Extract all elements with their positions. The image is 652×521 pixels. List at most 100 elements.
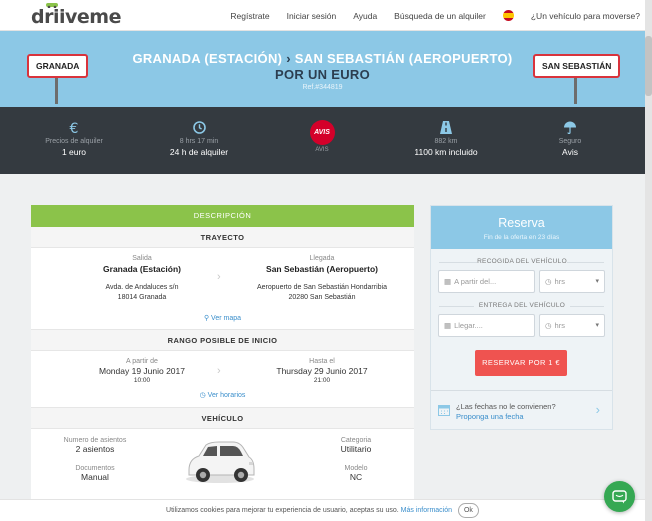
cookie-ok-button[interactable]: Ok xyxy=(457,503,479,518)
trayecto-card: Salida Granada (Estación) Avda. de Andal… xyxy=(31,248,414,330)
scrollbar[interactable] xyxy=(645,0,652,521)
scrollbar-thumb[interactable] xyxy=(645,36,652,96)
start-from-time: 10:00 xyxy=(133,377,151,384)
nav-links: Regístrate Iniciar sesión Ayuda Búsqueda… xyxy=(213,10,640,21)
stat-price-label: Precios de alquiler xyxy=(45,138,103,145)
euro-icon: € xyxy=(24,121,124,135)
category-block: Categoria Utilitario xyxy=(306,437,406,454)
hours-link-label: Ver horarios xyxy=(207,392,246,399)
pickup-hour-select[interactable]: ◷ hrs ▾ xyxy=(539,270,605,293)
start-until-block: Hasta el Thursday 29 Junio 2017 21:00 xyxy=(238,358,406,386)
propose-date-link[interactable]: Proponga una fecha xyxy=(456,412,556,422)
cookie-more-info-link[interactable]: Más información xyxy=(401,507,452,514)
model-block: Modelo NC xyxy=(306,465,406,482)
route-origin: GRANADA (ESTACIÓN) xyxy=(132,51,283,66)
dropoff-hour-placeholder: hrs xyxy=(554,321,565,330)
docs-label: Documentos xyxy=(75,465,115,472)
start-until-time: 21:00 xyxy=(313,377,331,384)
arrival-name: San Sebastián (Aeropuerto) xyxy=(266,264,378,274)
route-arrow: › xyxy=(286,51,291,66)
calendar-icon xyxy=(438,405,450,416)
avis-logo: AVIS xyxy=(309,120,335,145)
nav-help-link[interactable]: Ayuda xyxy=(353,11,377,21)
clock-icon: ◷ xyxy=(545,277,552,286)
trayecto-header: TRAYECTO xyxy=(31,227,414,248)
propose-date-text: ¿Las fechas no le convienen? Proponga un… xyxy=(456,402,556,422)
reference-number: Ref.#344819 xyxy=(302,84,343,91)
docs-block: Documentos Manual xyxy=(31,465,159,482)
top-navbar: driiveme Regístrate Iniciar sesión Ayuda… xyxy=(0,0,652,31)
start-from-block: A partir de Monday 19 Junio 2017 10:00 xyxy=(62,358,222,386)
stat-insurance: Seguro Avis xyxy=(520,121,620,157)
car-logo-icon xyxy=(46,3,58,8)
model-label: Modelo xyxy=(344,465,368,472)
rango-card: A partir de Monday 19 Junio 2017 10:00 ›… xyxy=(31,351,414,408)
departure-label: Salida xyxy=(132,255,152,262)
docs-value: Manual xyxy=(81,472,109,482)
pickup-label: RECOGIDA DEL VEHÍCULO xyxy=(477,258,567,265)
stat-brand-label: AVIS xyxy=(315,147,329,153)
start-until-date: Thursday 29 Junio 2017 xyxy=(276,366,368,376)
booking-panel: Reserva Fin de la oferta en 23 días RECO… xyxy=(430,205,613,430)
seats-value: 2 asientos xyxy=(75,444,115,454)
svg-text:€: € xyxy=(70,121,79,135)
category-value: Utilitario xyxy=(340,444,372,454)
map-link[interactable]: ⚲ Ver mapa xyxy=(31,314,414,322)
pickup-hour-placeholder: hrs xyxy=(554,277,565,286)
vehiculo-card: Numero de asientos 2 asientos Documentos… xyxy=(31,429,414,500)
stat-brand: AVIS AVIS xyxy=(272,120,372,153)
departure-address-2: 18014 Granada xyxy=(117,294,167,301)
logo-text: driiveme xyxy=(31,6,121,28)
calendar-icon: ▦ xyxy=(444,321,452,330)
cookie-banner: Utilizamos cookies para mejorar tu exper… xyxy=(0,499,645,521)
departure-name: Granada (Estación) xyxy=(103,264,181,274)
arrival-label: Llegada xyxy=(309,255,335,262)
start-from-label: A partir de xyxy=(126,358,158,365)
arrival-address-1: Aeropuerto de San Sebastián Hondarribia xyxy=(257,284,387,291)
book-button[interactable]: RESERVAR POR 1 € xyxy=(475,350,567,376)
tab-description[interactable]: DESCRIPCIÓN xyxy=(31,205,414,227)
chat-launcher[interactable] xyxy=(604,481,635,512)
dropoff-hour-select[interactable]: ◷ hrs ▾ xyxy=(539,314,605,337)
stat-insurance-label: Seguro xyxy=(558,138,582,145)
stat-time-value: 24 h de alquiler xyxy=(169,147,229,157)
route-title: GRANADA (ESTACIÓN) › SAN SEBASTIÁN (AERO… xyxy=(0,51,645,66)
chevron-right-icon: › xyxy=(217,365,221,377)
booking-title: Reserva xyxy=(498,216,545,230)
nav-search-link[interactable]: Búsqueda de un alquiler xyxy=(394,11,486,21)
stat-distance: 882 km 1100 km incluido xyxy=(396,121,496,157)
clock-icon xyxy=(149,121,249,135)
chevron-down-icon: ▾ xyxy=(595,278,599,285)
road-icon xyxy=(396,121,496,135)
nav-login-link[interactable]: Iniciar sesión xyxy=(287,11,337,21)
cookie-text: Utilizamos cookies para mejorar tu exper… xyxy=(166,507,399,514)
dates-question: ¿Las fechas no le convienen? xyxy=(456,402,556,411)
nav-register-link[interactable]: Regístrate xyxy=(230,11,269,21)
propose-date-row[interactable]: ¿Las fechas no le convienen? Proponga un… xyxy=(431,390,612,429)
seats-block: Numero de asientos 2 asientos xyxy=(31,437,159,454)
category-label: Categoria xyxy=(340,437,372,444)
calendar-icon: ▦ xyxy=(444,277,452,286)
clock-icon: ◷ xyxy=(545,321,552,330)
umbrella-icon xyxy=(520,121,620,135)
hours-link[interactable]: ◷ Ver horarios xyxy=(31,391,414,399)
pickup-date-field[interactable]: ▦ A partir del... xyxy=(438,270,535,293)
arrival-address-2: 20280 San Sebastián xyxy=(288,294,356,301)
stats-bar: € Precios de alquiler 1 euro 8 hrs 17 mi… xyxy=(0,107,645,174)
start-from-date: Monday 19 Junio 2017 xyxy=(98,366,185,376)
nav-vehicle-link[interactable]: ¿Un vehículo para moverse? xyxy=(531,11,640,21)
offer-details: DESCRIPCIÓN TRAYECTO Salida Granada (Est… xyxy=(31,205,414,500)
chat-bubble-icon xyxy=(612,489,627,503)
pickup-date-placeholder: A partir del... xyxy=(454,277,497,286)
logo[interactable]: driiveme xyxy=(31,3,121,28)
route-destination: SAN SEBASTIÁN (AEROPUERTO) xyxy=(294,51,513,66)
price-line: POR UN EURO xyxy=(274,67,371,82)
arrival-block: Llegada San Sebastián (Aeropuerto) Aerop… xyxy=(238,255,406,303)
stat-distance-label: 882 km xyxy=(434,138,458,145)
start-until-label: Hasta el xyxy=(309,358,335,365)
model-value: NC xyxy=(349,472,363,482)
map-link-label: Ver mapa xyxy=(211,315,242,322)
dropoff-date-field[interactable]: ▦ Llegar.... xyxy=(438,314,535,337)
chevron-down-icon: ▾ xyxy=(595,322,599,329)
spain-flag-icon[interactable] xyxy=(502,10,514,21)
